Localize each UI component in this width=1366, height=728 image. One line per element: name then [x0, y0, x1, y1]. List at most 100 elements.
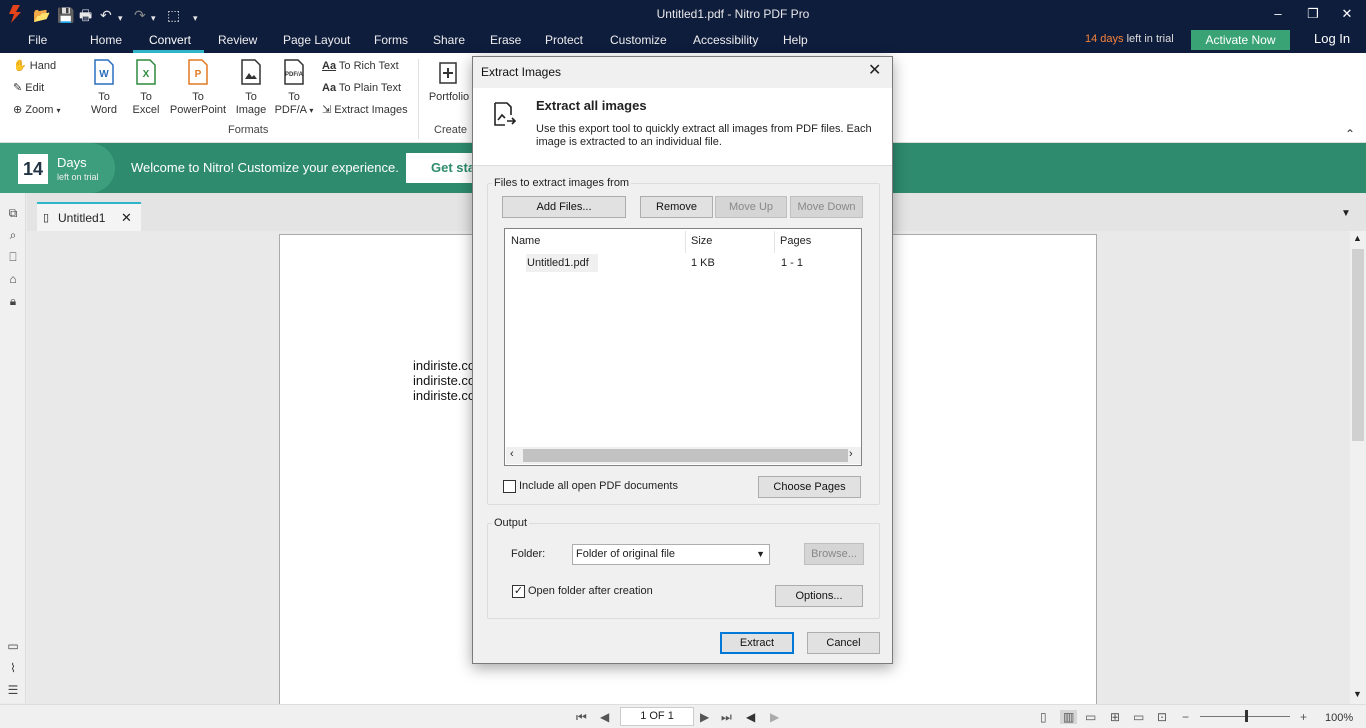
continuous-page-icon[interactable]: ▥	[1060, 710, 1078, 724]
save-icon[interactable]: 💾	[57, 7, 74, 23]
tab-forms[interactable]: Forms	[374, 33, 408, 47]
file-name-cell[interactable]: Untitled1.pdf	[527, 257, 589, 269]
lock-icon[interactable]: 🔒︎	[6, 294, 20, 308]
output-group-label: Output	[492, 517, 530, 529]
extract-images-button[interactable]: ⇲ Extract Images	[322, 103, 408, 117]
folder-select[interactable]: Folder of original file ▼	[572, 544, 770, 565]
tab-review[interactable]: Review	[218, 33, 257, 47]
next-view-icon[interactable]: ▶	[770, 710, 779, 724]
tab-protect[interactable]: Protect	[545, 33, 583, 47]
to-plain-text-button[interactable]: Aa To Plain Text	[322, 81, 401, 95]
undo-icon[interactable]: ↶	[100, 7, 112, 23]
zoom-tool[interactable]: ⊕ Zoom ▾	[13, 103, 60, 118]
to-pdfa-button[interactable]: PDF/A To PDF/A ▾	[274, 59, 314, 117]
login-link[interactable]: Log In	[1314, 31, 1350, 46]
tab-convert[interactable]: Convert	[149, 33, 191, 47]
scrollbar-thumb[interactable]	[1352, 249, 1364, 441]
tab-erase[interactable]: Erase	[490, 33, 521, 47]
remove-button[interactable]: Remove	[640, 196, 713, 218]
move-up-button[interactable]: Move Up	[715, 196, 787, 218]
presentation-icon[interactable]: ⊡	[1157, 710, 1167, 724]
hand-tool[interactable]: ✋ Hand	[13, 59, 56, 73]
extract-button[interactable]: Extract	[720, 632, 794, 654]
zoom-slider-thumb[interactable]	[1245, 710, 1248, 722]
choose-pages-button[interactable]: Choose Pages	[758, 476, 861, 498]
search-icon[interactable]: ⌕	[6, 228, 20, 242]
dialog-close-icon[interactable]: ✕	[868, 60, 881, 80]
column-header-size[interactable]: Size	[691, 235, 712, 247]
tab-share[interactable]: Share	[433, 33, 465, 47]
customize-quick-access-icon[interactable]: ▾	[193, 10, 198, 26]
tag-icon[interactable]: ⌂	[6, 272, 20, 286]
to-word-button[interactable]: W To Word	[88, 59, 120, 117]
to-rich-text-button[interactable]: Aa To Rich Text	[322, 59, 399, 73]
edit-tool[interactable]: ✎ Edit	[13, 81, 44, 95]
portfolio-button[interactable]: Portfolio	[427, 59, 471, 104]
svg-text:PDF/A: PDF/A	[285, 72, 304, 78]
activate-now-button[interactable]: Activate Now	[1191, 30, 1290, 50]
last-page-icon[interactable]: ⏭	[721, 710, 732, 725]
zoom-in-icon[interactable]: +	[1300, 710, 1307, 724]
close-tab-icon[interactable]: ✕	[121, 210, 132, 226]
undo-dropdown-icon[interactable]: ▾	[118, 10, 123, 26]
pages-icon[interactable]: ⧉	[6, 206, 20, 220]
collapse-ribbon-icon[interactable]: ⌃	[1345, 127, 1355, 141]
to-excel-button[interactable]: X To Excel	[130, 59, 162, 117]
close-window-icon[interactable]: ✕	[1337, 6, 1357, 22]
cancel-button[interactable]: Cancel	[807, 632, 880, 654]
column-header-name[interactable]: Name	[511, 235, 540, 247]
options-button[interactable]: Options...	[775, 585, 863, 607]
attachment-icon[interactable]: ⌇	[6, 661, 20, 675]
bookmark-icon[interactable]: ⎕	[6, 250, 20, 264]
page-number-input[interactable]: 1 OF 1	[620, 707, 694, 726]
tab-list-dropdown-icon[interactable]: ▼	[1341, 208, 1351, 219]
include-all-checkbox[interactable]	[503, 480, 516, 493]
tab-accessibility[interactable]: Accessibility	[693, 33, 758, 47]
fields-icon[interactable]: ☰	[6, 683, 20, 697]
redo-dropdown-icon[interactable]: ▾	[151, 10, 156, 26]
column-header-pages[interactable]: Pages	[780, 235, 811, 247]
add-files-button[interactable]: Add Files...	[502, 196, 626, 218]
redo-icon[interactable]: ↷	[134, 7, 146, 23]
horizontal-scrollbar-thumb[interactable]	[523, 449, 848, 462]
tab-customize[interactable]: Customize	[610, 33, 667, 47]
scroll-left-icon[interactable]: ‹	[510, 448, 514, 460]
menu-file[interactable]: File	[28, 33, 47, 47]
facing-continuous-icon[interactable]: ⊞	[1110, 710, 1120, 724]
open-icon[interactable]: 📂	[33, 7, 50, 23]
include-all-label[interactable]: Include all open PDF documents	[519, 480, 678, 492]
document-tab[interactable]: ▯ Untitled1 ✕	[37, 202, 141, 231]
scroll-up-icon[interactable]: ▲	[1353, 233, 1362, 243]
to-image-button[interactable]: To Image	[234, 59, 268, 117]
zoom-out-icon[interactable]: −	[1182, 710, 1189, 724]
fullscreen-icon[interactable]: ▭	[1133, 710, 1144, 724]
next-page-icon[interactable]: ▶	[700, 710, 709, 724]
tab-page-layout[interactable]: Page Layout	[283, 33, 350, 47]
to-powerpoint-button[interactable]: P To PowerPoint	[168, 59, 228, 117]
trial-status: 14 days left in trial	[1085, 33, 1174, 45]
browse-button[interactable]: Browse...	[804, 543, 864, 565]
print-icon[interactable]: 🖶	[79, 7, 92, 23]
vertical-scrollbar[interactable]: ▲ ▼	[1350, 231, 1366, 704]
tab-help[interactable]: Help	[783, 33, 808, 47]
facing-pages-icon[interactable]: ▭	[1085, 710, 1096, 724]
first-page-icon[interactable]: ⏮	[576, 710, 587, 725]
move-down-button[interactable]: Move Down	[790, 196, 863, 218]
open-folder-label[interactable]: Open folder after creation	[528, 585, 653, 597]
get-started-button[interactable]: Get sta	[406, 153, 476, 183]
scroll-down-icon[interactable]: ▼	[1353, 689, 1362, 699]
open-folder-checkbox[interactable]: ✓	[512, 585, 525, 598]
horizontal-scrollbar[interactable]: ‹ ›	[506, 447, 861, 464]
powerpoint-icon: P	[188, 59, 208, 85]
tab-home[interactable]: Home	[90, 33, 122, 47]
comments-icon[interactable]: ▭	[6, 639, 20, 653]
single-page-icon[interactable]: ▯	[1040, 710, 1047, 724]
previous-view-icon[interactable]: ◀	[746, 710, 755, 724]
select-icon[interactable]: ⬚	[167, 7, 180, 23]
files-list[interactable]: Name Size Pages Untitled1.pdf 1 KB 1 - 1…	[504, 228, 862, 466]
zoom-level[interactable]: 100%	[1325, 712, 1353, 724]
minimize-icon[interactable]: –	[1268, 6, 1288, 21]
previous-page-icon[interactable]: ◀	[600, 710, 609, 724]
maximize-icon[interactable]: ❐	[1303, 6, 1323, 22]
scroll-right-icon[interactable]: ›	[849, 448, 853, 460]
